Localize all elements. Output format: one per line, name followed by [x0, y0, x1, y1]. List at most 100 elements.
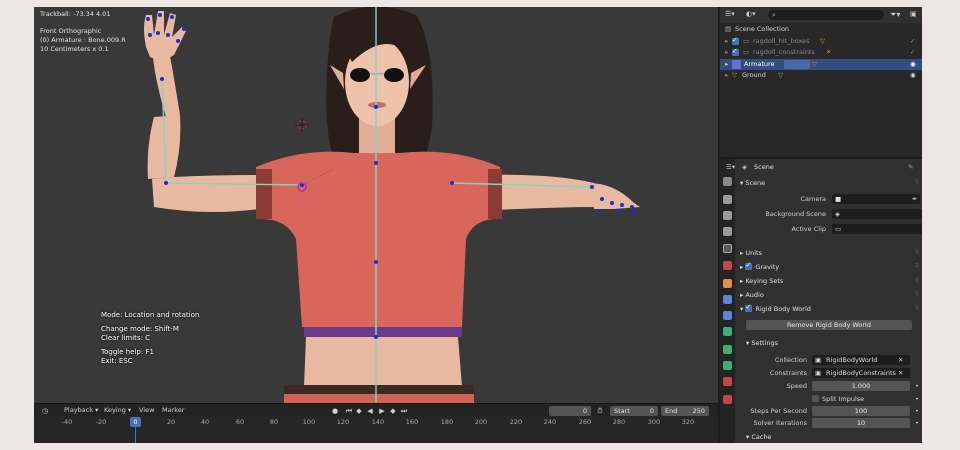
scene-collection-row[interactable]: ▤ Scene Collection [720, 24, 922, 35]
current-frame-field[interactable]: 0 [549, 406, 591, 416]
outliner-item-ground[interactable]: ▸ ▽ Ground ▽ ◉ [720, 70, 922, 81]
panel-rigid-body-world-header[interactable]: ▾ Rigid Body World ⠿ [736, 303, 922, 315]
exclude-checkbox[interactable] [732, 36, 739, 45]
stomach-shape [304, 337, 462, 387]
scene-tab-icon[interactable] [723, 244, 732, 253]
new-collection-icon[interactable]: ▣ [910, 10, 917, 18]
timeline-ruler[interactable]: -40 -20 20 40 60 80 100 120 140 160 180 … [34, 416, 718, 443]
eye-icon[interactable]: ◉ [910, 59, 916, 70]
rigid-body-world-checkbox[interactable] [745, 303, 753, 312]
editor-type-icon[interactable]: ☰▾ [726, 161, 735, 173]
panel-keying-sets-header[interactable]: ▸ Keying Sets ⠿ [736, 275, 922, 287]
tool-tab-icon[interactable] [723, 177, 732, 186]
remove-rigid-body-world-button[interactable]: Remove Rigid Body World [746, 320, 912, 330]
outliner-item-ragdoll-hit-boxes[interactable]: ▸ ▭ ragdoll_hit_boxes ▽ ✓ [720, 36, 922, 47]
drag-handle-icon[interactable]: ⠿ [915, 177, 920, 189]
3d-viewport[interactable]: Trackball: -73.34 4.01 Front Orthographi… [34, 7, 718, 403]
object-tab-icon[interactable] [723, 279, 732, 288]
constraints-field[interactable]: ▣ RigidBodyConstraints [812, 368, 910, 378]
jump-start-icon[interactable]: ⏮ [344, 406, 354, 416]
checkmark-icon[interactable]: ✓ [910, 47, 915, 58]
empty-icon: ✕ [826, 48, 832, 56]
properties-tabs [720, 159, 735, 443]
editor-type-icon[interactable]: ☰▾ [725, 10, 741, 20]
drag-handle-icon[interactable]: ⠿ [915, 303, 920, 315]
tick-label: 320 [681, 418, 695, 426]
steps-row: Steps Per Second 100 • [750, 405, 919, 417]
3d-cursor [295, 118, 309, 132]
jump-end-icon[interactable]: ⏭ [399, 406, 409, 416]
particles-tab-icon[interactable] [723, 311, 732, 320]
record-icon[interactable]: ● [330, 406, 340, 416]
panel-gravity-header[interactable]: ▸ Gravity ⠿ [736, 261, 922, 273]
keyframe-dot-icon[interactable]: • [915, 393, 919, 405]
collection-icon: ▤ [725, 25, 732, 33]
play-reverse-icon[interactable]: ◀ [365, 406, 375, 416]
drag-handle-icon[interactable]: ⠿ [915, 275, 920, 287]
keyframe-dot-icon[interactable]: • [915, 417, 919, 429]
texture-tab-icon[interactable] [723, 377, 732, 386]
keying-menu[interactable]: Keying ▾ [104, 406, 131, 414]
panel-audio-header[interactable]: ▸ Audio ⠿ [736, 289, 922, 301]
clear-field-icon[interactable]: ✕ [898, 354, 903, 366]
marker-menu[interactable]: Marker [162, 406, 184, 414]
solver-row: Solver Iterations 10 • [753, 417, 919, 429]
output-tab-icon[interactable] [723, 211, 732, 220]
next-keyframe-icon[interactable]: ◆ [388, 406, 398, 416]
outliner-item-armature[interactable]: ▸ Armature ▽ ◉ [720, 59, 922, 70]
panel-units-header[interactable]: ▸ Units ⠿ [736, 247, 922, 259]
display-mode-icon[interactable]: ◐▾ [746, 10, 762, 20]
filter-icon[interactable]: ⏷▾ [890, 10, 900, 20]
outliner-item-ragdoll-constraints[interactable]: ▸ ▭ ragdoll_constraints ✕ ✓ [720, 47, 922, 58]
tick-label: 20 [166, 418, 176, 426]
speed-field[interactable]: 1.000 [812, 381, 910, 391]
physics-tab-icon[interactable] [723, 327, 732, 336]
panel-scene-header[interactable]: ▾ Scene ⠿ [736, 177, 922, 189]
constraints-tab-icon[interactable] [723, 345, 732, 354]
background-scene-field[interactable]: ◈ [832, 209, 922, 219]
playback-menu[interactable]: Playback ▾ [64, 406, 98, 414]
pin-icon[interactable]: ✎ [908, 161, 913, 173]
drag-handle-icon[interactable]: ⠿ [915, 261, 920, 273]
shirt-hem-shape [304, 327, 462, 337]
data-tab-icon[interactable] [723, 361, 732, 370]
camera-field[interactable]: ■ [832, 194, 920, 204]
pose-data-icon [784, 60, 810, 69]
playhead[interactable]: 0 [130, 417, 141, 427]
subpanel-settings-header[interactable]: ▾ Settings [736, 337, 922, 349]
view-layer-tab-icon[interactable] [723, 227, 732, 236]
active-clip-field[interactable]: ▭ [832, 224, 922, 234]
collection-row: Collection ▣ RigidBodyWorld ✕ [736, 354, 922, 366]
mesh-icon: ▽ [732, 71, 737, 79]
gravity-checkbox[interactable] [745, 261, 753, 270]
stopwatch-icon[interactable]: ⏱ [595, 406, 605, 416]
split-impulse-checkbox[interactable] [812, 395, 819, 402]
render-tab-icon[interactable] [723, 195, 732, 204]
clock-icon[interactable]: ◷ [40, 406, 50, 416]
drag-handle-icon[interactable]: ⠿ [915, 289, 920, 301]
prev-keyframe-icon[interactable]: ◆ [354, 406, 364, 416]
world-tab-icon[interactable] [723, 261, 732, 270]
keyframe-dot-icon[interactable]: • [915, 380, 919, 392]
outliner-search-input[interactable]: ⌕ [768, 10, 884, 20]
solver-iterations-field[interactable]: 10 [812, 418, 910, 428]
eyedropper-icon[interactable]: ✒ [912, 193, 917, 205]
tick-label: 120 [336, 418, 350, 426]
mode-hint: Mode: Location and rotation [101, 311, 200, 319]
eye-icon[interactable]: ◉ [910, 70, 916, 81]
modifier-tab-icon[interactable] [723, 295, 732, 304]
drag-handle-icon[interactable]: ⠿ [915, 247, 920, 259]
collection-field[interactable]: ▣ RigidBodyWorld [812, 355, 910, 365]
start-frame-field[interactable]: Start 0 [610, 406, 658, 416]
checkmark-icon[interactable]: ✓ [910, 36, 915, 47]
camera-row: Camera ■ ✒ [736, 193, 922, 205]
clear-field-icon[interactable]: ✕ [898, 367, 903, 379]
keyframe-dot-icon[interactable]: • [915, 405, 919, 417]
end-frame-field[interactable]: End 250 [661, 406, 709, 416]
exclude-checkbox[interactable] [732, 47, 739, 56]
subpanel-cache-header[interactable]: ▾ Cache [736, 431, 922, 443]
view-menu[interactable]: View [139, 406, 154, 414]
steps-per-second-field[interactable]: 100 [812, 406, 910, 416]
bone-tab-icon[interactable] [723, 395, 732, 404]
play-icon[interactable]: ▶ [377, 406, 387, 416]
